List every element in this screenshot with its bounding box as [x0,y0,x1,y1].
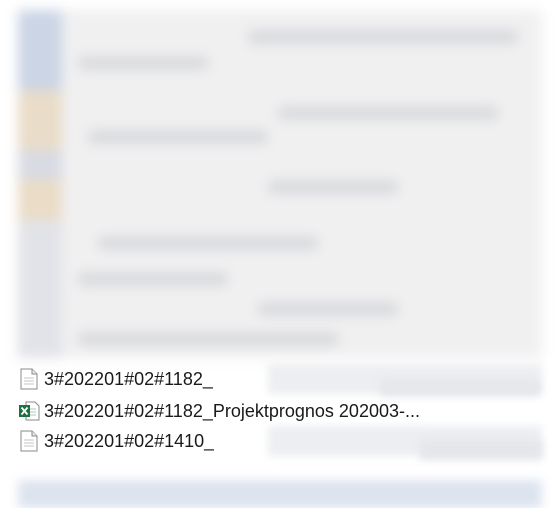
file-list-item[interactable]: 3#202201#02#1182_Projektprognos 202003-.… [18,398,542,424]
blurred-file-list-bottom [18,480,542,508]
file-list-item[interactable]: 3#202201#02#1410_ [18,428,268,454]
excel-file-icon [18,399,40,423]
file-explorer-window: 3#202201#02#1182_ 3#202201#02#1182_Proje… [0,0,554,508]
blurred-file-list [18,10,542,358]
file-name: 3#202201#02#1410_ [44,430,215,451]
text-document-icon [18,367,40,391]
redaction-blur [420,440,542,460]
file-name: 3#202201#02#1182_Projektprognos 202003-.… [44,400,420,421]
text-document-icon [18,429,40,453]
file-list-item[interactable]: 3#202201#02#1182_ [18,366,268,392]
file-name: 3#202201#02#1182_ [44,368,213,389]
redaction-blur [380,380,540,396]
